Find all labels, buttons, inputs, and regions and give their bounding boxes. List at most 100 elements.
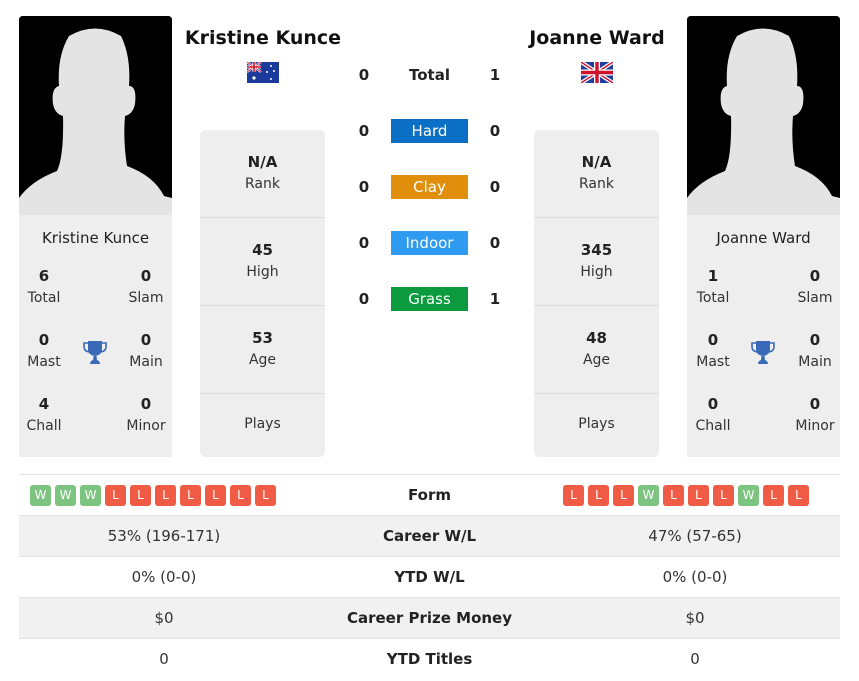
form-badge-loss[interactable]: L [688,485,709,506]
info-value: N/A [581,153,612,171]
form-badge-loss[interactable]: L [563,485,584,506]
stat-value: 4 [38,395,50,413]
ytd-wl-row: 0% (0-0) YTD W/L 0% (0-0) [19,556,840,597]
stat-label: Total [696,290,730,306]
silhouette-icon [19,16,172,216]
stat-value: 1 [707,267,719,285]
form-badge-loss[interactable]: L [588,485,609,506]
info-value: 345 [580,241,613,259]
player2-info-box: N/A Rank 345 High 48 Age Plays [534,130,659,457]
stat-value: 0 [809,395,821,413]
stat-value: 0 [809,267,821,285]
info-label: Age [582,352,611,368]
player1-chall-titles: 4 Chall [14,395,74,434]
player2-ytd-wl: 0% (0-0) [662,568,728,586]
career-prize-row: $0 Career Prize Money $0 [19,597,840,638]
stat-label: Slam [128,290,164,306]
player1-form: WWWLLLLLLL [30,485,276,506]
form-badge-loss[interactable]: L [788,485,809,506]
stat-label: Chall [695,418,731,434]
stat-value: 0 [140,267,152,285]
player2-card-name: Joanne Ward [716,229,811,247]
stat-value: 0 [707,331,719,349]
player1-minor-titles: 0 Minor [116,395,176,434]
surface-hard-button[interactable]: Hard [391,119,468,143]
player1-card-name: Kristine Kunce [41,229,150,247]
stat-label: Main [129,354,163,370]
form-badge-loss[interactable]: L [205,485,226,506]
stat-label: Main [798,354,832,370]
player1-mast-titles: 0 Mast [14,331,74,370]
player1-age: 53 Age [200,306,325,394]
info-value: N/A [247,153,278,171]
player2-chall-titles: 0 Chall [683,395,743,434]
player1-ytd-wl: 0% (0-0) [131,568,197,586]
h2h-grass-p1: 0 [358,290,370,308]
info-label: High [580,264,613,280]
form-badge-loss[interactable]: L [230,485,251,506]
form-badge-loss[interactable]: L [713,485,734,506]
h2h-total-p1: 0 [358,66,370,84]
trophy-icon [751,340,775,370]
form-badge-win[interactable]: W [55,485,76,506]
surface-indoor-button[interactable]: Indoor [391,231,468,255]
surface-grass-button[interactable]: Grass [391,287,468,311]
h2h-total-p2: 1 [489,66,501,84]
stat-value: 0 [707,395,719,413]
career-wl-row: 53% (196-171) Career W/L 47% (57-65) [19,515,840,556]
player2-photo [687,16,840,216]
australia-flag-icon [246,61,279,83]
player2-form: LLLWLLLWLL [563,485,809,506]
h2h-hard-p1: 0 [358,122,370,140]
form-badge-loss[interactable]: L [105,485,126,506]
h2h-clay-p1: 0 [358,178,370,196]
h2h-grass-p2: 1 [489,290,501,308]
career-prize-label: Career Prize Money [346,609,512,627]
form-badge-loss[interactable]: L [130,485,151,506]
surface-clay-button[interactable]: Clay [391,175,468,199]
form-badge-loss[interactable]: L [255,485,276,506]
player2-ytd-titles: 0 [690,650,700,668]
player1-main-titles: 0 Main [116,331,176,370]
info-label: Plays [244,416,281,432]
stat-value: 0 [140,331,152,349]
stat-label: Mast [27,354,61,370]
silhouette-icon [687,16,840,216]
player1-high: 45 High [200,218,325,306]
info-value: 53 [252,329,273,347]
info-label: Plays [578,416,615,432]
info-label: Age [248,352,277,368]
form-badge-loss[interactable]: L [663,485,684,506]
player1-rank: N/A Rank [200,130,325,218]
player2-total-titles: 1 Total [683,267,743,306]
player2-career-prize: $0 [685,609,705,627]
stat-label: Minor [126,418,166,434]
form-badge-win[interactable]: W [738,485,759,506]
form-badge-win[interactable]: W [30,485,51,506]
player2-name-link[interactable]: Joanne Ward [506,27,688,49]
player1-titles-card: Kristine Kunce 6 Total 0 Slam 0 Mast 0 M… [19,215,172,457]
stat-value: 0 [38,331,50,349]
player1-name-link[interactable]: Kristine Kunce [172,27,354,49]
form-row: WWWLLLLLLL Form LLLWLLLWLL [19,474,840,515]
stat-label: Slam [797,290,833,306]
form-badge-loss[interactable]: L [155,485,176,506]
form-badge-loss[interactable]: L [613,485,634,506]
h2h-indoor-p1: 0 [358,234,370,252]
info-value: 45 [252,241,273,259]
player1-ytd-titles: 0 [159,650,169,668]
form-label: Form [408,486,451,504]
stat-label: Minor [795,418,835,434]
form-badge-loss[interactable]: L [763,485,784,506]
form-badge-win[interactable]: W [80,485,101,506]
form-badge-win[interactable]: W [638,485,659,506]
info-label: Rank [579,176,614,192]
player1-slam-titles: 0 Slam [116,267,176,306]
form-badge-loss[interactable]: L [180,485,201,506]
info-value: 48 [586,329,607,347]
h2h-clay-p2: 0 [489,178,501,196]
h2h-hard-p2: 0 [489,122,501,140]
stat-label: Total [27,290,61,306]
info-label: High [246,264,279,280]
player1-info-box: N/A Rank 45 High 53 Age Plays [200,130,325,457]
